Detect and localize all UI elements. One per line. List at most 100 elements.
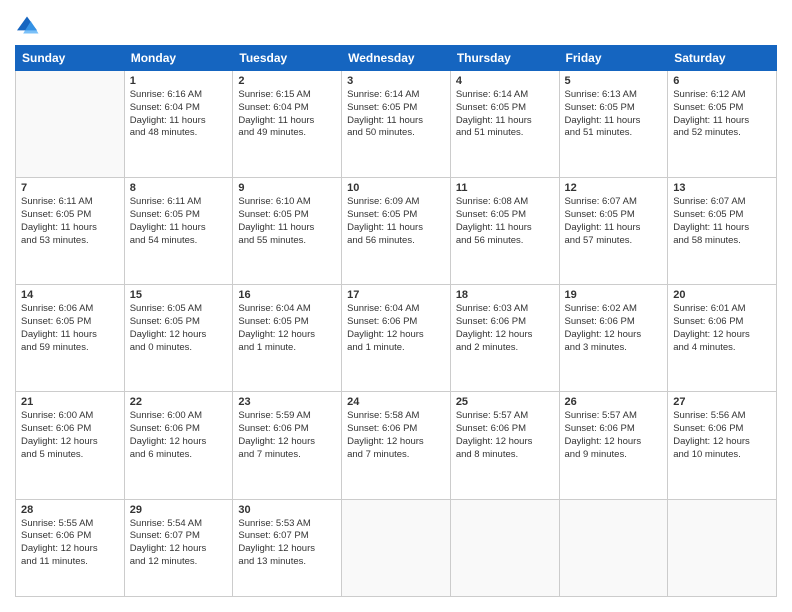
day-cell: 9 Sunrise: 6:10 AM Sunset: 6:05 PM Daylig…: [233, 178, 342, 285]
day-info: Sunrise: 6:15 AM Sunset: 6:04 PM Dayligh…: [238, 89, 336, 140]
day-number: 30: [238, 504, 336, 516]
day-info: Sunrise: 6:11 AM Sunset: 6:05 PM Dayligh…: [21, 196, 119, 247]
day-info: Sunrise: 6:14 AM Sunset: 6:05 PM Dayligh…: [456, 89, 554, 140]
logo: [15, 15, 43, 35]
day-info: Sunrise: 6:06 AM Sunset: 6:05 PM Dayligh…: [21, 303, 119, 354]
day-header-thursday: Thursday: [450, 46, 559, 71]
day-cell: 13Sunrise: 6:07 AM Sunset: 6:05 PM Dayli…: [668, 178, 777, 285]
day-cell: 5Sunrise: 6:13 AM Sunset: 6:05 PM Daylig…: [559, 71, 668, 178]
day-cell: [16, 71, 125, 178]
day-cell: [559, 499, 668, 596]
day-number: 11: [456, 182, 554, 194]
day-info: Sunrise: 6:08 AM Sunset: 6:05 PM Dayligh…: [456, 196, 554, 247]
day-info: Sunrise: 6:03 AM Sunset: 6:06 PM Dayligh…: [456, 303, 554, 354]
day-cell: [668, 499, 777, 596]
day-number: 15: [130, 289, 228, 301]
day-cell: 22Sunrise: 6:00 AM Sunset: 6:06 PM Dayli…: [124, 392, 233, 499]
day-header-saturday: Saturday: [668, 46, 777, 71]
day-cell: 12 Sunrise: 6:07 AM Sunset: 6:05 PM Dayli…: [559, 178, 668, 285]
day-info: Sunrise: 6:16 AM Sunset: 6:04 PM Dayligh…: [130, 89, 228, 140]
calendar: SundayMondayTuesdayWednesdayThursdayFrid…: [15, 45, 777, 597]
day-number: 2: [238, 75, 336, 87]
day-number: 23: [238, 396, 336, 408]
day-number: 24: [347, 396, 445, 408]
day-cell: 27 Sunrise: 5:56 AM Sunset: 6:06 PM Dayli…: [668, 392, 777, 499]
day-cell: 8 Sunrise: 6:11 AM Sunset: 6:05 PM Daylig…: [124, 178, 233, 285]
calendar-body: 1 Sunrise: 6:16 AM Sunset: 6:04 PM Daylig…: [16, 71, 777, 597]
day-info: Sunrise: 5:57 AM Sunset: 6:06 PM Dayligh…: [565, 410, 663, 461]
logo-icon: [15, 15, 39, 35]
week-row-4: 21Sunrise: 6:00 AM Sunset: 6:06 PM Dayli…: [16, 392, 777, 499]
day-header-monday: Monday: [124, 46, 233, 71]
day-number: 5: [565, 75, 663, 87]
day-number: 6: [673, 75, 771, 87]
day-info: Sunrise: 5:54 AM Sunset: 6:07 PM Dayligh…: [130, 518, 228, 569]
day-number: 27: [673, 396, 771, 408]
day-cell: 20 Sunrise: 6:01 AM Sunset: 6:06 PM Dayli…: [668, 285, 777, 392]
day-info: Sunrise: 5:53 AM Sunset: 6:07 PM Dayligh…: [238, 518, 336, 569]
day-cell: 10Sunrise: 6:09 AM Sunset: 6:05 PM Dayli…: [342, 178, 451, 285]
day-cell: 19Sunrise: 6:02 AM Sunset: 6:06 PM Dayli…: [559, 285, 668, 392]
day-info: Sunrise: 5:56 AM Sunset: 6:06 PM Dayligh…: [673, 410, 771, 461]
day-number: 9: [238, 182, 336, 194]
day-number: 20: [673, 289, 771, 301]
day-cell: 14 Sunrise: 6:06 AM Sunset: 6:05 PM Dayli…: [16, 285, 125, 392]
day-header-wednesday: Wednesday: [342, 46, 451, 71]
day-number: 1: [130, 75, 228, 87]
day-info: Sunrise: 5:59 AM Sunset: 6:06 PM Dayligh…: [238, 410, 336, 461]
day-cell: 2 Sunrise: 6:15 AM Sunset: 6:04 PM Daylig…: [233, 71, 342, 178]
day-info: Sunrise: 6:09 AM Sunset: 6:05 PM Dayligh…: [347, 196, 445, 247]
day-cell: [450, 499, 559, 596]
day-cell: 21Sunrise: 6:00 AM Sunset: 6:06 PM Dayli…: [16, 392, 125, 499]
day-cell: 6 Sunrise: 6:12 AM Sunset: 6:05 PM Daylig…: [668, 71, 777, 178]
day-cell: 3 Sunrise: 6:14 AM Sunset: 6:05 PM Daylig…: [342, 71, 451, 178]
day-cell: 4 Sunrise: 6:14 AM Sunset: 6:05 PM Daylig…: [450, 71, 559, 178]
day-number: 28: [21, 504, 119, 516]
day-info: Sunrise: 6:01 AM Sunset: 6:06 PM Dayligh…: [673, 303, 771, 354]
page: SundayMondayTuesdayWednesdayThursdayFrid…: [0, 0, 792, 612]
day-cell: 18 Sunrise: 6:03 AM Sunset: 6:06 PM Dayli…: [450, 285, 559, 392]
day-header-friday: Friday: [559, 46, 668, 71]
header: [15, 15, 777, 35]
day-number: 4: [456, 75, 554, 87]
day-number: 29: [130, 504, 228, 516]
week-row-1: 1 Sunrise: 6:16 AM Sunset: 6:04 PM Daylig…: [16, 71, 777, 178]
day-number: 3: [347, 75, 445, 87]
day-number: 16: [238, 289, 336, 301]
day-number: 7: [21, 182, 119, 194]
day-cell: [342, 499, 451, 596]
day-number: 19: [565, 289, 663, 301]
day-number: 13: [673, 182, 771, 194]
day-cell: 16 Sunrise: 6:04 AM Sunset: 6:05 PM Dayli…: [233, 285, 342, 392]
day-info: Sunrise: 6:12 AM Sunset: 6:05 PM Dayligh…: [673, 89, 771, 140]
day-cell: 26 Sunrise: 5:57 AM Sunset: 6:06 PM Dayli…: [559, 392, 668, 499]
day-info: Sunrise: 5:58 AM Sunset: 6:06 PM Dayligh…: [347, 410, 445, 461]
day-cell: 25Sunrise: 5:57 AM Sunset: 6:06 PM Dayli…: [450, 392, 559, 499]
day-number: 12: [565, 182, 663, 194]
day-number: 18: [456, 289, 554, 301]
day-header-tuesday: Tuesday: [233, 46, 342, 71]
day-cell: 28 Sunrise: 5:55 AM Sunset: 6:06 PM Dayli…: [16, 499, 125, 596]
day-info: Sunrise: 6:14 AM Sunset: 6:05 PM Dayligh…: [347, 89, 445, 140]
day-cell: 24 Sunrise: 5:58 AM Sunset: 6:06 PM Dayli…: [342, 392, 451, 499]
day-info: Sunrise: 6:00 AM Sunset: 6:06 PM Dayligh…: [21, 410, 119, 461]
week-row-5: 28 Sunrise: 5:55 AM Sunset: 6:06 PM Dayli…: [16, 499, 777, 596]
day-cell: 7 Sunrise: 6:11 AM Sunset: 6:05 PM Daylig…: [16, 178, 125, 285]
header-row: SundayMondayTuesdayWednesdayThursdayFrid…: [16, 46, 777, 71]
day-number: 14: [21, 289, 119, 301]
day-cell: 1 Sunrise: 6:16 AM Sunset: 6:04 PM Daylig…: [124, 71, 233, 178]
day-info: Sunrise: 6:00 AM Sunset: 6:06 PM Dayligh…: [130, 410, 228, 461]
day-info: Sunrise: 5:57 AM Sunset: 6:06 PM Dayligh…: [456, 410, 554, 461]
day-info: Sunrise: 6:10 AM Sunset: 6:05 PM Dayligh…: [238, 196, 336, 247]
day-cell: 11 Sunrise: 6:08 AM Sunset: 6:05 PM Dayli…: [450, 178, 559, 285]
day-number: 8: [130, 182, 228, 194]
calendar-header: SundayMondayTuesdayWednesdayThursdayFrid…: [16, 46, 777, 71]
day-info: Sunrise: 6:04 AM Sunset: 6:05 PM Dayligh…: [238, 303, 336, 354]
day-info: Sunrise: 5:55 AM Sunset: 6:06 PM Dayligh…: [21, 518, 119, 569]
day-number: 26: [565, 396, 663, 408]
day-cell: 17Sunrise: 6:04 AM Sunset: 6:06 PM Dayli…: [342, 285, 451, 392]
day-cell: 15Sunrise: 6:05 AM Sunset: 6:05 PM Dayli…: [124, 285, 233, 392]
day-info: Sunrise: 6:07 AM Sunset: 6:05 PM Dayligh…: [565, 196, 663, 247]
day-info: Sunrise: 6:11 AM Sunset: 6:05 PM Dayligh…: [130, 196, 228, 247]
week-row-2: 7 Sunrise: 6:11 AM Sunset: 6:05 PM Daylig…: [16, 178, 777, 285]
